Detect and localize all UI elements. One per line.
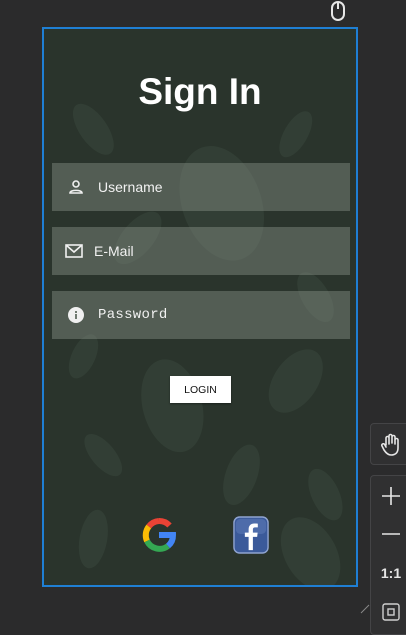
page-title: Sign In bbox=[138, 71, 262, 112]
facebook-icon[interactable] bbox=[233, 516, 269, 554]
email-value: E-Mail bbox=[94, 243, 134, 259]
plus-icon bbox=[382, 487, 400, 505]
password-value: Password bbox=[98, 307, 168, 323]
pan-tool-button[interactable] bbox=[370, 423, 406, 465]
google-icon[interactable] bbox=[141, 516, 177, 554]
hand-icon bbox=[381, 433, 399, 456]
mouse-icon bbox=[331, 1, 345, 21]
username-value: Username bbox=[98, 179, 163, 195]
fit-screen-icon bbox=[382, 603, 400, 621]
minus-icon bbox=[382, 533, 400, 535]
fit-screen-button[interactable] bbox=[371, 594, 406, 630]
zoom-out-button[interactable] bbox=[371, 516, 406, 552]
login-button[interactable]: LOGIN bbox=[170, 376, 231, 403]
zoom-reset-button[interactable]: 1:1 bbox=[371, 555, 406, 591]
mail-icon bbox=[64, 241, 84, 261]
zoom-toolbar: 1:1 bbox=[370, 475, 406, 635]
email-field[interactable]: E-Mail bbox=[52, 227, 350, 275]
zoom-in-button[interactable] bbox=[371, 478, 406, 514]
person-icon bbox=[66, 177, 86, 197]
resize-grip-icon[interactable] bbox=[360, 604, 370, 614]
username-field[interactable]: Username bbox=[52, 163, 350, 211]
device-preview: Sign In Username E-Mail Password LOGIN bbox=[42, 27, 358, 587]
info-icon bbox=[66, 305, 86, 325]
password-field[interactable]: Password bbox=[52, 291, 350, 339]
zoom-reset-label: 1:1 bbox=[380, 565, 402, 581]
